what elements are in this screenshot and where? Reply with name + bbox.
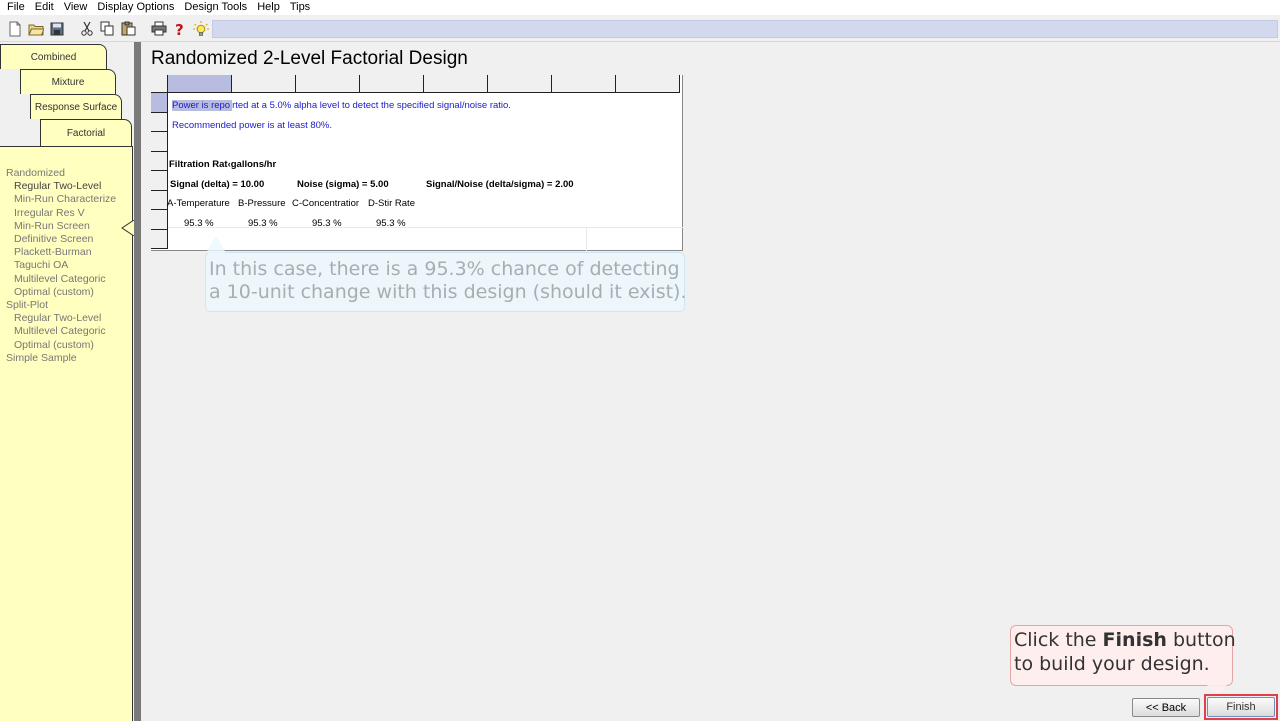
save-icon[interactable] [47, 19, 66, 38]
signal-value: Signal (delta) = 10.00 [170, 179, 265, 190]
tip-bulb-icon[interactable] [191, 19, 210, 38]
column-header[interactable] [616, 75, 680, 93]
noise-value: Noise (sigma) = 5.00 [297, 179, 389, 190]
column-header[interactable] [296, 75, 360, 93]
tree-item[interactable]: Plackett-Burman [0, 246, 132, 259]
column-header[interactable] [168, 75, 232, 93]
design-type-list: Randomized Regular Two-Level Min-Run Chara… [0, 146, 133, 721]
row-header[interactable] [151, 229, 168, 249]
menu-edit[interactable]: Edit [30, 0, 59, 15]
power-note-highlight: Power is repo [172, 100, 233, 111]
column-header[interactable] [232, 75, 296, 93]
menu-view[interactable]: View [59, 0, 93, 15]
tree-group[interactable]: Simple Sample [0, 352, 132, 365]
grid-line [586, 227, 587, 251]
menu-bar: File Edit View Display Options Design To… [0, 0, 1280, 15]
left-panel: Combined Mixture Response Surface Factor… [0, 42, 141, 721]
tree-item[interactable]: Min-Run Characterize [0, 193, 132, 206]
menu-tips[interactable]: Tips [285, 0, 315, 15]
tree-group[interactable]: Split-Plot [0, 299, 132, 312]
callout-line: In this case, there is a 95.3% chance of… [209, 258, 680, 280]
tree-item[interactable]: Taguchi OA [0, 259, 132, 272]
row-headers [151, 93, 168, 249]
callout-emphasis: Finish [1102, 629, 1167, 651]
tree-item[interactable]: Regular Two-Level [0, 312, 132, 325]
factor-power: 95.3 % [248, 218, 278, 229]
row-header[interactable] [151, 151, 168, 171]
open-folder-icon[interactable] [27, 19, 46, 38]
back-button[interactable]: << Back [1132, 698, 1200, 717]
callout-tail [206, 236, 226, 253]
tree-item[interactable]: Multilevel Categoric [0, 325, 132, 338]
menu-file[interactable]: File [2, 0, 30, 15]
recommended-power-note: Recommended power is at least 80%. [172, 120, 332, 131]
tab-response-surface[interactable]: Response Surface [30, 94, 122, 119]
copy-icon[interactable] [99, 19, 118, 38]
toolbar: ? [0, 15, 1280, 42]
grid-line [168, 227, 683, 228]
tab-combined[interactable]: Combined [0, 44, 107, 69]
tree-item[interactable]: Min-Run Screen [0, 220, 132, 233]
print-icon[interactable] [150, 19, 169, 38]
power-note: Power is repo rted at a 5.0% alpha level … [172, 100, 511, 111]
factor-power: 95.3 % [312, 218, 342, 229]
main-content: Randomized 2-Level Factorial Design Powe… [141, 42, 1280, 721]
signal-noise-ratio: Signal/Noise (delta/sigma) = 2.00 [426, 179, 574, 190]
factor-power: 95.3 % [184, 218, 214, 229]
tree-item[interactable]: Regular Two-Level [0, 180, 132, 193]
tab-factorial[interactable]: Factorial [40, 119, 132, 147]
menu-design-tools[interactable]: Design Tools [179, 0, 252, 15]
tree-item[interactable]: Optimal (custom) [0, 339, 132, 352]
callout-text: button [1166, 629, 1236, 651]
callout-line: to build your design. [1014, 653, 1210, 675]
row-header[interactable] [151, 132, 168, 152]
column-headers [151, 75, 683, 93]
column-header[interactable] [552, 75, 616, 93]
factor-name: D-Stir Rate [368, 198, 415, 209]
column-header[interactable] [360, 75, 424, 93]
menu-display-options[interactable]: Display Options [92, 0, 179, 15]
menu-help[interactable]: Help [252, 0, 285, 15]
tab-mixture[interactable]: Mixture [20, 69, 116, 94]
selection-pointer-icon [121, 220, 135, 236]
page-title: Randomized 2-Level Factorial Design [151, 48, 468, 69]
power-note-rest: rted at a 5.0% alpha level to detect the… [232, 100, 511, 111]
finish-instruction-callout: Click the Finish button to build your de… [1010, 625, 1236, 695]
tree-group[interactable]: Randomized [0, 167, 132, 180]
factor-name: C-Concentratior [292, 198, 360, 209]
tree-item[interactable]: Irregular Res V [0, 207, 132, 220]
factor-name: A-Temperature [167, 198, 230, 209]
finish-button[interactable]: Finish [1207, 697, 1275, 717]
design-nav: Combined Mixture Response Surface Factor… [0, 42, 135, 721]
tree-item[interactable]: Multilevel Categoric [0, 273, 132, 286]
power-explanation-callout: In this case, there is a 95.3% chance of… [205, 236, 687, 312]
toolbar-blank-area [212, 20, 1278, 38]
svg-text:?: ? [175, 21, 184, 37]
column-header[interactable] [488, 75, 552, 93]
response-name: Filtration Rat‹gallons/hr [169, 159, 277, 170]
tree-item[interactable]: Definitive Screen [0, 233, 132, 246]
factor-name: B-Pressure [238, 198, 286, 209]
paste-icon[interactable] [119, 19, 138, 38]
column-header[interactable] [424, 75, 488, 93]
grid-corner[interactable] [151, 75, 168, 93]
row-header[interactable] [151, 112, 168, 132]
row-header[interactable] [151, 93, 168, 113]
design-grid: Power is repo rted at a 5.0% alpha level … [151, 75, 683, 251]
row-header[interactable] [151, 190, 168, 210]
cut-icon[interactable] [78, 19, 97, 38]
new-file-icon[interactable] [6, 19, 25, 38]
row-header[interactable] [151, 171, 168, 191]
help-icon[interactable]: ? [171, 19, 190, 38]
callout-text: Click the [1014, 629, 1103, 651]
tree-item[interactable]: Optimal (custom) [0, 286, 132, 299]
callout-line: a 10-unit change with this design (shoul… [209, 281, 687, 303]
row-header[interactable] [151, 210, 168, 230]
factor-power: 95.3 % [376, 218, 406, 229]
